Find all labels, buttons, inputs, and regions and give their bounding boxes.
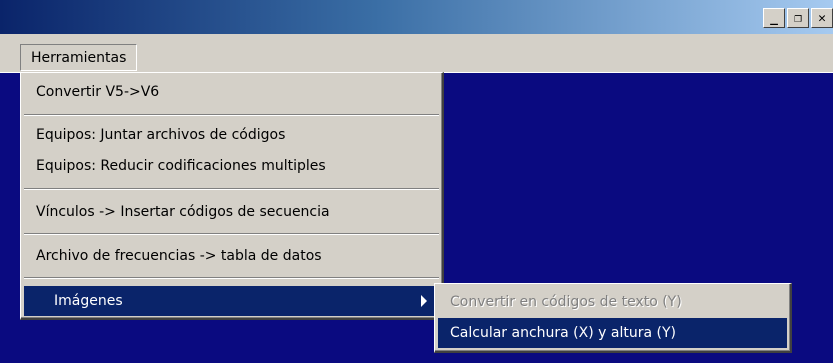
- close-button[interactable]: ✕: [811, 8, 833, 28]
- menu-separator: [24, 114, 439, 116]
- menu-item-juntar-archivos[interactable]: Equipos: Juntar archivos de códigos: [24, 120, 439, 150]
- menu-item-convertir-v5-v6[interactable]: Convertir V5->V6: [24, 77, 439, 107]
- menu-separator: [24, 277, 439, 279]
- menu-herramientas[interactable]: Herramientas: [20, 44, 138, 71]
- submenu-arrow-icon: [421, 295, 427, 307]
- submenu-item-convertir-codigos-texto: Convertir en códigos de texto (Y): [450, 294, 682, 310]
- menu-item-reducir-codificaciones[interactable]: Equipos: Reducir codificaciones multiple…: [24, 151, 439, 181]
- restore-button[interactable]: ❐: [787, 8, 809, 28]
- submenu-item-calcular-anchura-altura[interactable]: Calcular anchura (X) y altura (Y): [438, 318, 787, 348]
- herramientas-menu: Convertir V5->V6 Equipos: Juntar archivo…: [20, 72, 444, 320]
- menu-item-imagenes[interactable]: Imágenes: [24, 286, 439, 316]
- minimize-button[interactable]: _: [763, 8, 785, 28]
- menu-separator: [24, 188, 439, 190]
- caption-buttons: _ ❐ ✕: [763, 8, 833, 30]
- menu-item-insertar-codigos-secuencia[interactable]: Vínculos -> Insertar códigos de secuenci…: [24, 197, 439, 227]
- menu-item-archivo-frecuencias[interactable]: Archivo de frecuencias -> tabla de datos: [24, 241, 439, 271]
- title-bar: _ ❐ ✕: [0, 0, 833, 34]
- imagenes-submenu: Convertir en códigos de texto (Y) Calcul…: [434, 283, 792, 353]
- menu-bar: Herramientas: [0, 34, 833, 73]
- menu-item-imagenes-label: Imágenes: [54, 293, 123, 309]
- menu-separator: [24, 233, 439, 235]
